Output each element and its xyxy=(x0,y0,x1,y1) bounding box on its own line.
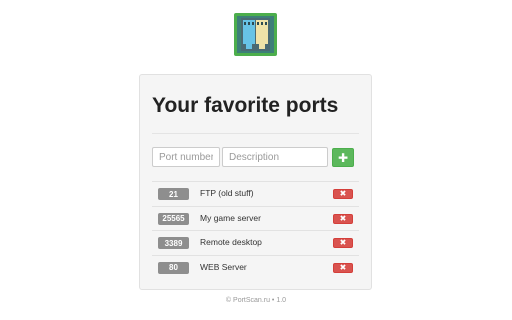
port-description: FTP (old stuff) xyxy=(200,188,254,198)
ports-list: 21 FTP (old stuff) ✖ 25565 My game serve… xyxy=(152,181,359,279)
port-row: 80 WEB Server ✖ xyxy=(152,254,359,280)
close-icon: ✖ xyxy=(339,262,347,272)
port-description: Remote desktop xyxy=(200,237,262,247)
port-description: WEB Server xyxy=(200,261,247,272)
delete-port-button[interactable]: ✖ xyxy=(333,238,353,248)
app-logo-icon xyxy=(234,13,277,56)
port-row: 3389 Remote desktop ✖ xyxy=(152,230,359,255)
delete-port-button[interactable]: ✖ xyxy=(333,213,353,224)
footer-text: © PortScan.ru • 1.0 xyxy=(225,297,287,304)
add-port-button[interactable]: ✚ xyxy=(332,148,354,167)
port-description: My game server xyxy=(200,212,261,223)
port-number-badge: 3389 xyxy=(158,237,189,249)
port-number-badge: 21 xyxy=(158,188,189,200)
port-row: 25565 My game server ✖ xyxy=(152,205,359,231)
close-icon: ✖ xyxy=(339,189,347,198)
description-input[interactable] xyxy=(222,147,328,167)
port-row: 21 FTP (old stuff) ✖ xyxy=(152,181,359,206)
page-title: Your favorite ports xyxy=(152,94,339,117)
close-icon: ✖ xyxy=(339,213,347,223)
plus-icon: ✚ xyxy=(337,150,349,165)
close-icon: ✖ xyxy=(339,238,347,247)
title-divider xyxy=(152,133,359,134)
favorite-ports-panel: Your favorite ports ✚ 21 FTP (old stuff)… xyxy=(139,74,372,290)
delete-port-button[interactable]: ✖ xyxy=(333,262,353,273)
delete-port-button[interactable]: ✖ xyxy=(333,189,353,199)
port-number-badge: 25565 xyxy=(158,212,189,225)
port-number-badge: 80 xyxy=(158,261,189,274)
port-number-input[interactable] xyxy=(152,147,220,167)
